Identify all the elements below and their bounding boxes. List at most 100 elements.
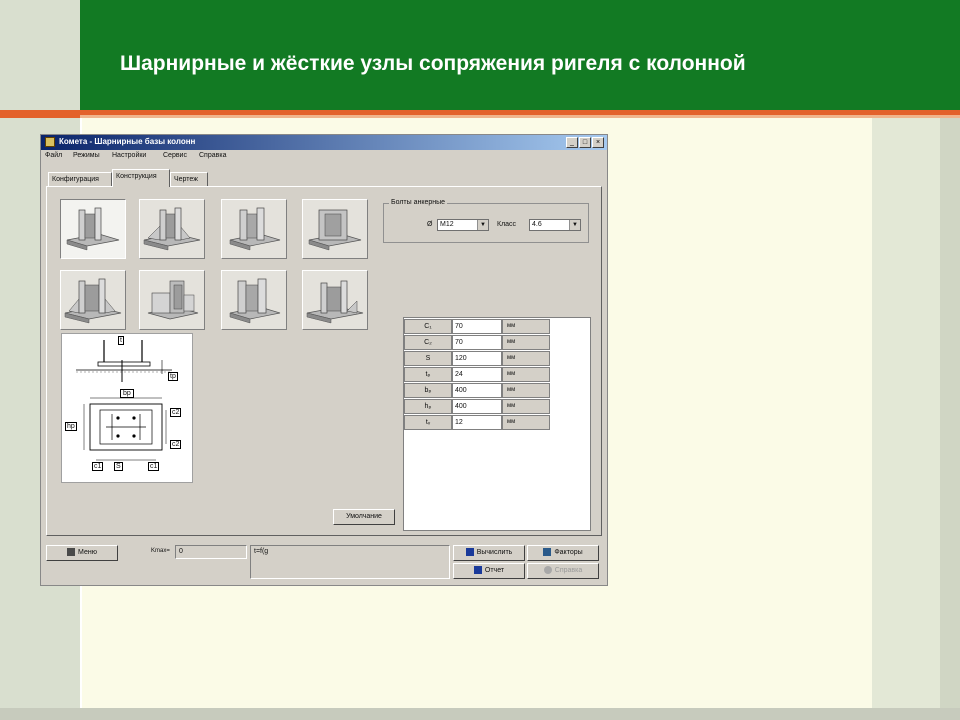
param-name: C₂ [404, 335, 452, 350]
table-row: tᵥ 12 мм [404, 415, 550, 430]
param-value-input[interactable]: 120 [452, 351, 502, 366]
calculate-button-label: Вычислить [476, 549, 513, 556]
param-name: C₁ [404, 319, 452, 334]
table-row: tₚ 24 мм [404, 367, 550, 382]
param-value-input[interactable]: 70 [452, 319, 502, 334]
menu-button[interactable]: Меню [46, 545, 118, 561]
header-accent-stub [0, 110, 80, 118]
thumb-base-2[interactable] [139, 199, 205, 259]
bolt-class-label: Класс [497, 221, 517, 228]
table-row: S 120 мм [404, 351, 550, 366]
param-name: bₚ [404, 383, 452, 398]
bolt-diameter-label: Ø [427, 221, 433, 228]
param-value-input[interactable]: 70 [452, 335, 502, 350]
bolt-diameter-select[interactable]: M12 ▼ [437, 219, 489, 231]
param-unit: мм [502, 351, 550, 366]
param-unit: мм [502, 415, 550, 430]
param-name: tₚ [404, 367, 452, 382]
help-button-label: Справка [554, 567, 583, 574]
table-row: C₁ 70 мм [404, 319, 550, 334]
menu-service[interactable]: Сервис [163, 152, 187, 159]
thumb-base-7[interactable] [221, 270, 287, 330]
table-row: bₚ 400 мм [404, 383, 550, 398]
column-base-icon [66, 207, 120, 251]
menu-modes[interactable]: Режимы [73, 152, 100, 159]
drawing-label-t: t [118, 336, 124, 345]
defaults-button[interactable]: Умолчание [333, 509, 395, 525]
param-unit: мм [502, 335, 550, 350]
tab-configuration[interactable]: Конфигурация [48, 172, 112, 186]
param-unit: мм [502, 399, 550, 414]
report-icon [473, 566, 482, 575]
table-row: hₚ 400 мм [404, 399, 550, 414]
dropdown-arrow-icon: ▼ [477, 220, 488, 230]
menu-help[interactable]: Справка [199, 152, 226, 159]
param-unit: мм [502, 383, 550, 398]
column-base-ribbed-icon [306, 280, 364, 324]
drawing-label-tp: tp [168, 372, 178, 381]
menu-settings[interactable]: Настройки [112, 152, 146, 159]
header-accent-shadow [0, 115, 960, 118]
drawing-label-hp: hp [65, 422, 77, 431]
help-icon [543, 566, 552, 575]
param-value-input[interactable]: 12 [452, 415, 502, 430]
report-button[interactable]: Отчет [453, 563, 525, 579]
calculator-icon [465, 548, 474, 557]
column-base-traverse-icon [147, 280, 199, 320]
param-name: S [404, 351, 452, 366]
drawing-label-c1-left: c1 [92, 462, 104, 471]
thumb-base-4[interactable] [302, 199, 368, 259]
param-value-input[interactable]: 400 [452, 399, 502, 414]
thumb-base-6[interactable] [139, 270, 205, 330]
tab-construction[interactable]: Конструкция [112, 169, 170, 187]
kmax-value: 0 [175, 545, 247, 559]
menu-file[interactable]: Файл [45, 152, 62, 159]
tab-drawing[interactable]: Чертеж [170, 172, 208, 186]
param-name: hₚ [404, 399, 452, 414]
drawing-label-c2-top: c2 [170, 408, 182, 417]
maximize-button[interactable]: □ [579, 137, 591, 148]
thumb-base-5[interactable] [60, 270, 126, 330]
report-button-label: Отчет [484, 567, 505, 574]
factors-button[interactable]: Факторы [527, 545, 599, 561]
parameters-table: C₁ 70 мм C₂ 70 мм S 120 мм tₚ 24 мм bₚ 4… [403, 317, 591, 531]
thumb-base-3[interactable] [221, 199, 287, 259]
help-button[interactable]: Справка [527, 563, 599, 579]
base-scheme-drawing: t tp bp hp c2 c2 c1 S c1 [61, 333, 193, 483]
window-title: Кометa - Шарнирные базы колонн [59, 137, 196, 146]
column-base-ribbed-icon [143, 207, 201, 251]
slide-bottom-bar [0, 708, 960, 720]
column-base-icon [229, 278, 281, 324]
bolt-class-select[interactable]: 4.6 ▼ [529, 219, 581, 231]
bolt-class-value: 4.6 [532, 221, 542, 228]
dropdown-arrow-icon: ▼ [569, 220, 580, 230]
window-titlebar[interactable]: Кометa - Шарнирные базы колонн _ □ × [41, 135, 607, 150]
param-value-input[interactable]: 24 [452, 367, 502, 382]
app-icon [45, 137, 55, 147]
factors-button-label: Факторы [554, 549, 583, 556]
drawing-label-bp: bp [120, 389, 134, 398]
menu-icon [67, 548, 76, 557]
thumb-base-8[interactable] [302, 270, 368, 330]
formula-field: t=f(g [250, 545, 450, 579]
column-base-boxed-icon [308, 209, 362, 251]
app-window: Кометa - Шарнирные базы колонн _ □ × Фай… [40, 134, 608, 586]
param-name: tᵥ [404, 415, 452, 430]
menu-bar: Файл Режимы Настройки Сервис Справка [41, 150, 607, 163]
param-unit: мм [502, 367, 550, 382]
param-value-input[interactable]: 400 [452, 383, 502, 398]
anchor-bolts-legend: Болты анкерные [389, 199, 448, 206]
table-icon [543, 548, 552, 557]
thumb-base-1[interactable] [60, 199, 126, 259]
column-base-icon [229, 207, 281, 251]
table-row: C₂ 70 мм [404, 335, 550, 350]
close-button[interactable]: × [592, 137, 604, 148]
menu-button-label: Меню [78, 549, 97, 556]
bolt-diameter-value: M12 [440, 221, 454, 228]
drawing-label-c1-right: c1 [148, 462, 160, 471]
param-unit: мм [502, 319, 550, 334]
calculate-button[interactable]: Вычислить [453, 545, 525, 561]
slide-title: Шарнирные и жёсткие узлы сопряжения риге… [120, 52, 746, 75]
minimize-button[interactable]: _ [566, 137, 578, 148]
column-base-ribbed-icon [64, 278, 122, 324]
